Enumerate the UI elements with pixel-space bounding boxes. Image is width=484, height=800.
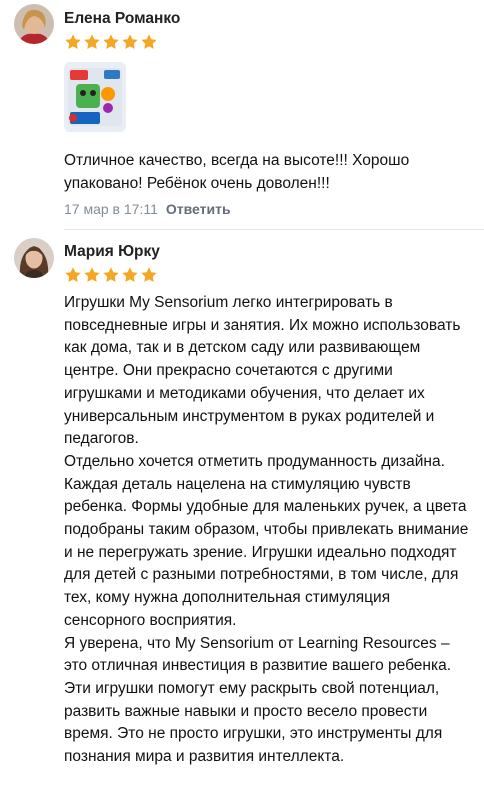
- star-rating: [64, 33, 158, 51]
- star-icon: [122, 34, 138, 49]
- star-icon: [84, 34, 100, 49]
- review-paragraph: Отдельно хочется отметить продуманность …: [64, 452, 469, 629]
- star-icon: [141, 34, 157, 49]
- star-icon: [141, 267, 157, 282]
- star-icon: [103, 34, 119, 49]
- review-paragraph: Игрушки My Sensorium легко интегрировать…: [64, 294, 461, 448]
- star-icon: [103, 267, 119, 282]
- star-icon: [65, 267, 81, 282]
- review-maria: Мария Юрку Игрушки My Sensorium легко ин…: [0, 230, 484, 800]
- star-rating: [64, 266, 158, 284]
- avatar[interactable]: [14, 238, 54, 278]
- star-icon: [84, 267, 100, 282]
- product-photo[interactable]: [64, 62, 126, 132]
- avatar[interactable]: [14, 4, 54, 44]
- review-meta: 17 мар в 17:11 Ответить: [64, 201, 231, 217]
- review-text: Отличное качество, всегда на высоте!!! Х…: [64, 152, 410, 192]
- reply-button[interactable]: Ответить: [166, 201, 231, 217]
- review-paragraph: Я уверена, что My Sensorium от Learning …: [64, 634, 452, 766]
- star-icon: [65, 34, 81, 49]
- review-author[interactable]: Елена Романко: [64, 10, 180, 28]
- star-icon: [122, 267, 138, 282]
- review-author[interactable]: Мария Юрку: [64, 243, 160, 261]
- review-text: Игрушки My Sensorium легко интегрировать…: [64, 292, 470, 769]
- review-elena: Елена Романко Отличное качество, всегда …: [0, 0, 484, 230]
- review-date: 17 мар в 17:11: [64, 201, 158, 217]
